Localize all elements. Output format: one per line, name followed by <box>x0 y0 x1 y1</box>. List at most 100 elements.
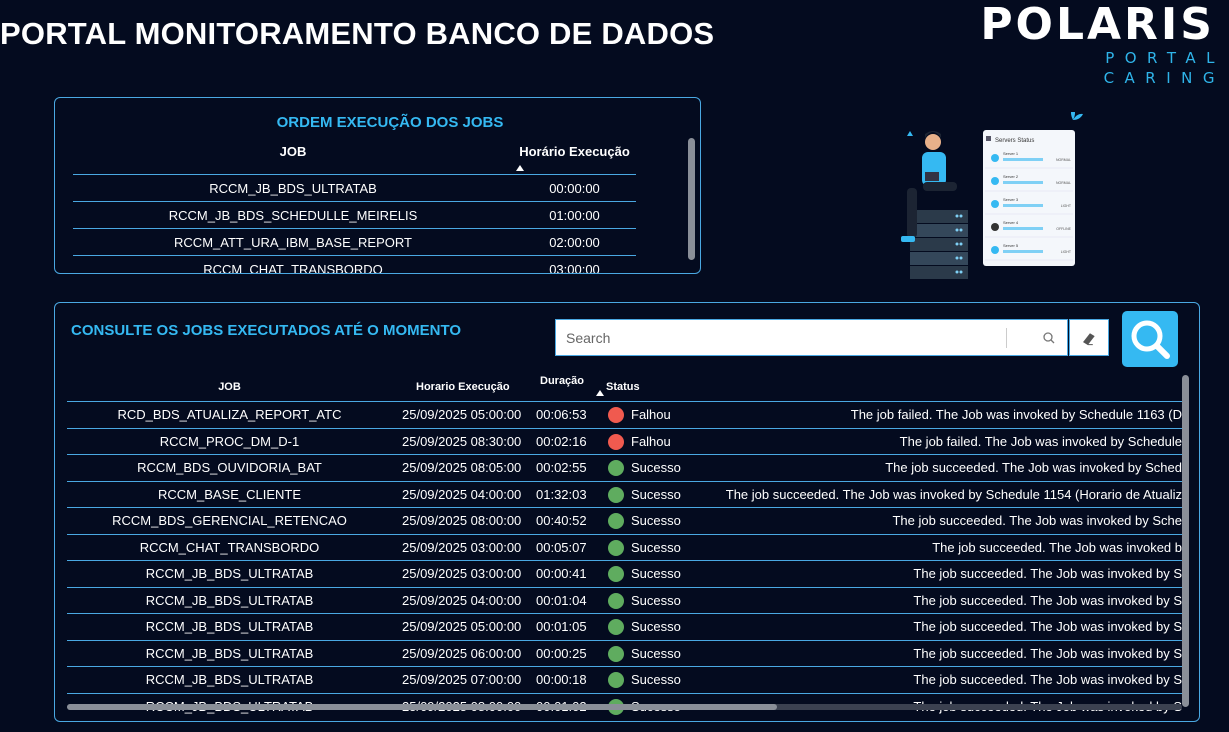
status-card <box>983 130 1075 266</box>
executed-jobs-title: CONSULTE OS JOBS EXECUTADOS ATÉ O MOMENT… <box>71 322 462 339</box>
job-name-cell: RCCM_JB_BDS_ULTRATAB <box>67 666 392 693</box>
job-message-cell: The job succeeded. The Job was invoked b… <box>682 454 1182 481</box>
schedule-time-cell: 00:00:00 <box>513 174 636 202</box>
status-label: Sucesso <box>631 460 681 476</box>
server-status-icon <box>991 223 999 231</box>
server-name: Server 1 <box>1003 151 1019 156</box>
page-title: PORTAL MONITORAMENTO BANCO DE DADOS <box>0 16 715 51</box>
server-status-label: LIGHT <box>1061 204 1072 208</box>
job-message-cell: The job succeeded. The Job was invoked b… <box>682 507 1182 534</box>
server-status-label: NORMAL <box>1056 158 1071 162</box>
server-status-icon <box>991 154 999 162</box>
status-success-icon <box>608 539 624 556</box>
job-time-cell: 25/09/2025 06:00:00 <box>392 639 532 667</box>
job-name-cell: RCCM_PROC_DM_D-1 <box>67 427 392 455</box>
job-duration-cell: 00:00:41 <box>532 560 600 587</box>
job-time-cell: 25/09/2025 05:00:00 <box>392 401 532 428</box>
job-status-cell: Sucesso <box>600 533 682 561</box>
job-row[interactable]: RCCM_BDS_OUVIDORIA_BAT 25/09/2025 08:05:0… <box>67 454 1182 481</box>
job-row[interactable]: RCCM_JB_BDS_ULTRATAB 25/09/2025 06:00:00 0… <box>67 639 1182 667</box>
status-success-icon <box>608 566 624 583</box>
job-row[interactable]: RCCM_CHAT_TRANSBORDO 25/09/2025 03:00:00 0… <box>67 533 1182 561</box>
job-time-cell: 25/09/2025 03:00:00 <box>392 560 532 587</box>
job-row[interactable]: RCCM_BDS_GERENCIAL_RETENCAO 25/09/2025 08… <box>67 507 1182 534</box>
col-header-duration[interactable]: Duração <box>532 373 604 402</box>
job-duration-cell: 00:01:05 <box>532 613 600 640</box>
schedule-row[interactable]: RCCM_JB_BDS_ULTRATAB 00:00:00 <box>73 174 636 202</box>
server-name: Server 4 <box>1003 220 1019 225</box>
server-status-icon <box>991 246 999 254</box>
job-name-cell: RCCM_CHAT_TRANSBORDO <box>67 533 392 561</box>
job-row[interactable]: RCCM_JB_BDS_ULTRATAB 25/09/2025 03:00:00 0… <box>67 560 1182 587</box>
jobs-horizontal-scrollbar-thumb[interactable] <box>67 704 777 710</box>
job-status-cell: Falhou <box>600 401 682 428</box>
job-duration-cell: 00:01:04 <box>532 586 600 614</box>
job-time-cell: 25/09/2025 08:05:00 <box>392 454 532 481</box>
job-schedule-panel: ORDEM EXECUÇÃO DOS JOBS JOB Horário Exec… <box>54 97 701 274</box>
schedule-row[interactable]: RCCM_JB_BDS_SCHEDULLE_MEIRELIS 01:00:00 <box>73 201 636 229</box>
job-duration-cell: 01:32:03 <box>532 480 600 508</box>
server-status-icon <box>991 200 999 208</box>
server-load-bar <box>1003 181 1043 184</box>
status-label: Sucesso <box>631 513 681 529</box>
job-name-cell: RCCM_BDS_GERENCIAL_RETENCAO <box>67 507 392 534</box>
server-load-bar <box>1003 158 1043 161</box>
status-label: Sucesso <box>631 672 681 688</box>
server-load-bar <box>1003 250 1043 253</box>
col-header-message <box>682 373 1182 402</box>
job-message-cell: The job failed. The Job was invoked by S… <box>682 401 1182 428</box>
search-button[interactable] <box>1122 311 1178 367</box>
search-icon[interactable] <box>1042 331 1056 345</box>
status-success-icon <box>608 513 624 530</box>
job-status-cell: Sucesso <box>600 639 682 667</box>
status-label: Sucesso <box>631 593 681 609</box>
status-fail-icon <box>608 433 624 450</box>
polaris-logo: POLARIS PORTAL CARING <box>970 0 1215 88</box>
search-input[interactable] <box>556 320 1036 355</box>
status-success-icon <box>608 486 624 503</box>
job-schedule-table: JOB Horário Execução RCCM_JB_BDS_ULTRATA… <box>73 140 636 273</box>
schedule-time-cell: 02:00:00 <box>513 228 636 256</box>
job-name-cell: RCCM_BASE_CLIENTE <box>67 480 392 508</box>
clear-search-button[interactable] <box>1069 319 1109 356</box>
schedule-job-cell: RCCM_JB_BDS_ULTRATAB <box>73 174 513 202</box>
server-status-label: NORMAL <box>1056 181 1071 185</box>
job-name-cell: RCCM_JB_BDS_ULTRATAB <box>67 586 392 614</box>
col-header-job[interactable]: JOB <box>67 373 392 402</box>
logo-wordmark: POLARIS <box>980 0 1215 50</box>
status-label: Sucesso <box>631 540 681 556</box>
job-duration-cell: 00:40:52 <box>532 507 600 534</box>
job-row[interactable]: RCCM_JB_BDS_ULTRATAB 25/09/2025 04:00:00 0… <box>67 586 1182 614</box>
col-header-job[interactable]: JOB <box>73 140 513 175</box>
schedule-time-cell: 03:00:00 <box>513 255 636 273</box>
job-name-cell: RCD_BDS_ATUALIZA_REPORT_ATC <box>67 401 392 428</box>
schedule-scrollbar[interactable] <box>688 138 695 260</box>
job-time-cell: 25/09/2025 04:00:00 <box>392 586 532 614</box>
job-name-cell: RCCM_JB_BDS_ULTRATAB <box>67 560 392 587</box>
job-row[interactable]: RCCM_PROC_DM_D-1 25/09/2025 08:30:00 00:02… <box>67 427 1182 455</box>
col-header-time[interactable]: Horário Execução <box>513 140 636 175</box>
job-row[interactable]: RCCM_JB_BDS_ULTRATAB 25/09/2025 05:00:00 0… <box>67 613 1182 640</box>
job-duration-cell: 00:06:53 <box>532 401 600 428</box>
jobs-vertical-scrollbar[interactable] <box>1182 375 1189 707</box>
job-message-cell: The job succeeded. The Job was invoked b… <box>682 560 1182 587</box>
job-row[interactable]: RCCM_BASE_CLIENTE 25/09/2025 04:00:00 01:3… <box>67 480 1182 508</box>
job-duration-cell: 00:02:16 <box>532 427 600 455</box>
col-header-status[interactable]: Status <box>600 373 682 402</box>
executed-jobs-table: JOB Horario Execução Duração Status RCD_… <box>67 373 1182 719</box>
job-status-cell: Sucesso <box>600 613 682 640</box>
job-duration-cell: 00:02:55 <box>532 454 600 481</box>
schedule-job-cell: RCCM_CHAT_TRANSBORDO <box>73 255 513 273</box>
status-label: Sucesso <box>631 646 681 662</box>
job-row[interactable]: RCCM_JB_BDS_ULTRATAB 25/09/2025 07:00:00 0… <box>67 666 1182 693</box>
schedule-row[interactable]: RCCM_CHAT_TRANSBORDO 03:00:00 <box>73 255 636 273</box>
schedule-row[interactable]: RCCM_ATT_URA_IBM_BASE_REPORT 02:00:00 <box>73 228 636 256</box>
status-label: Sucesso <box>631 487 681 503</box>
job-status-cell: Sucesso <box>600 560 682 587</box>
job-name-cell: RCCM_JB_BDS_ULTRATAB <box>67 639 392 667</box>
status-success-icon <box>608 619 624 636</box>
server-load-bar <box>1003 227 1043 230</box>
job-status-cell: Sucesso <box>600 586 682 614</box>
col-header-time[interactable]: Horario Execução <box>392 373 532 402</box>
job-row[interactable]: RCD_BDS_ATUALIZA_REPORT_ATC 25/09/2025 05… <box>67 401 1182 428</box>
